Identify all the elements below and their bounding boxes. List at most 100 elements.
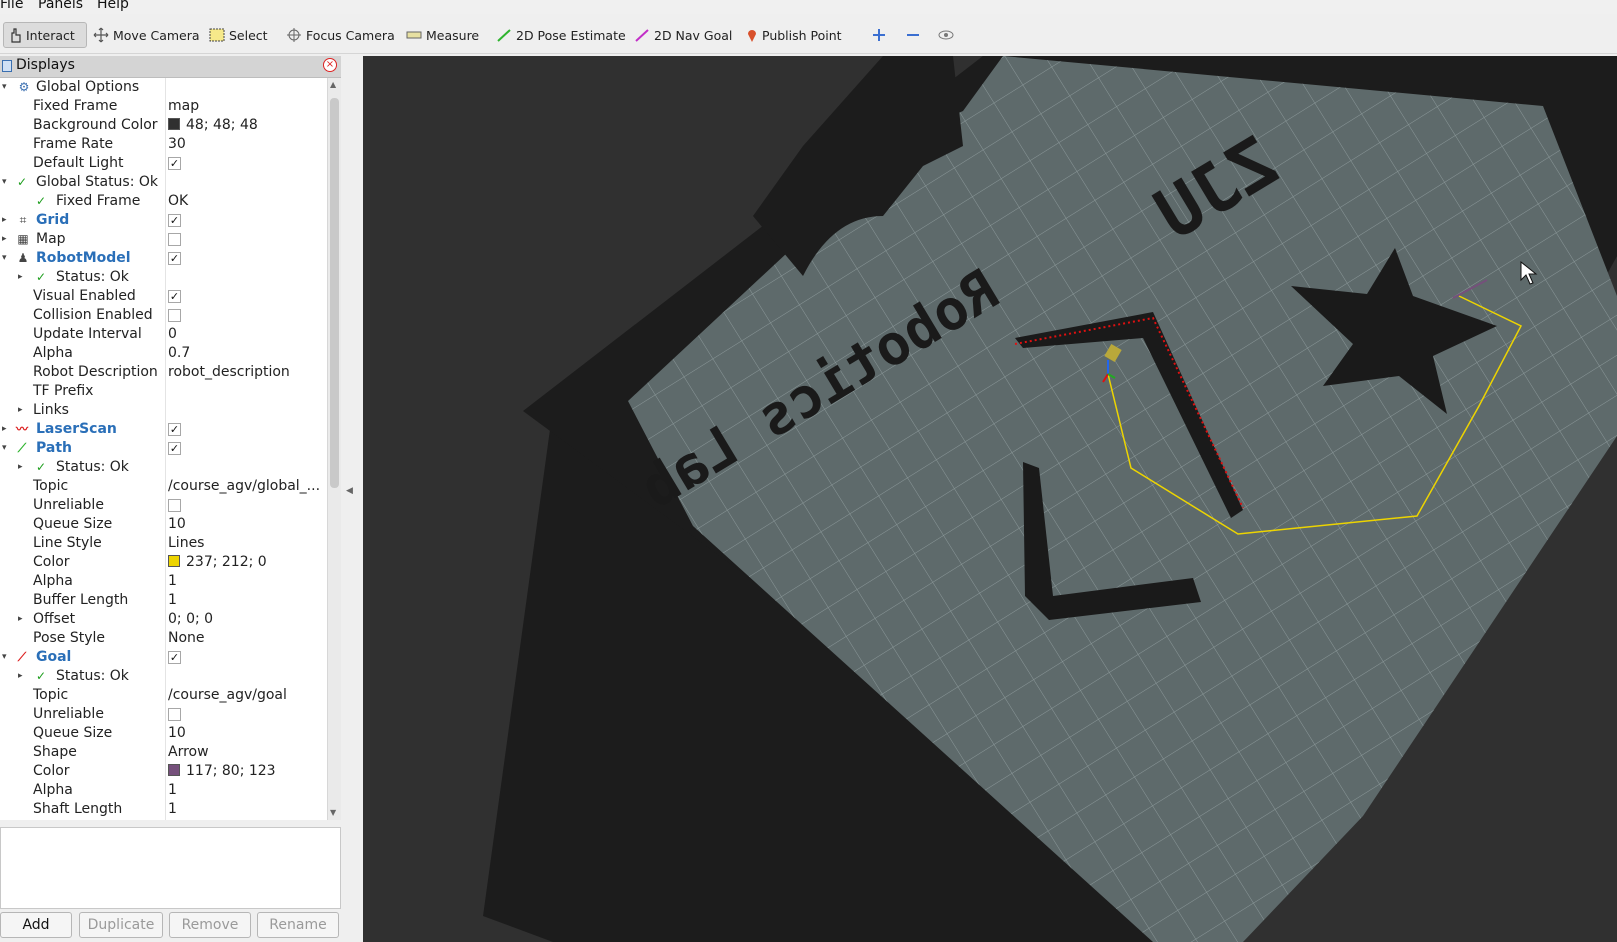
tree-row-path-unreliable[interactable]: Unreliable [0, 496, 327, 515]
row-value[interactable]: /course_agv/goal [168, 686, 287, 705]
displays-tree[interactable]: ▾ ⚙ Global Options Fixed Frame map Backg… [0, 78, 327, 820]
row-value[interactable]: Arrow [168, 743, 209, 762]
tree-row-path-color[interactable]: Color 237; 212; 0 [0, 553, 327, 572]
tree-row-visual-enabled[interactable]: Visual Enabled ✓ [0, 287, 327, 306]
row-value[interactable]: /course_agv/global_... [168, 477, 320, 496]
collapse-panel-icon[interactable]: ◀ [346, 486, 353, 496]
expand-arrow-icon[interactable]: ▸ [18, 667, 23, 686]
scene-canvas[interactable]: Robotics Lab ZJU [363, 56, 1617, 942]
scroll-up-icon[interactable]: ▲ [330, 80, 336, 89]
tree-row-global-options[interactable]: ▾ ⚙ Global Options [0, 78, 327, 97]
tree-row-goal-unreliable[interactable]: Unreliable [0, 705, 327, 724]
tree-row-background-color[interactable]: Background Color 48; 48; 48 [0, 116, 327, 135]
tree-row-path-alpha[interactable]: Alpha 1 [0, 572, 327, 591]
expand-arrow-icon[interactable]: ▾ [2, 439, 7, 458]
row-value[interactable]: 0.7 [168, 344, 190, 363]
tree-row-path-queue-size[interactable]: Queue Size 10 [0, 515, 327, 534]
move-camera-button[interactable]: Move Camera [89, 22, 204, 48]
laser-scan-checkbox[interactable]: ✓ [168, 423, 181, 436]
tree-row-default-light[interactable]: Default Light ✓ [0, 154, 327, 173]
expand-arrow-icon[interactable]: ▸ [18, 268, 23, 287]
expand-arrow-icon[interactable]: ▸ [18, 458, 23, 477]
row-value[interactable]: 117; 80; 123 [168, 762, 276, 781]
expand-arrow-icon[interactable]: ▾ [2, 648, 7, 667]
expand-arrow-icon[interactable]: ▾ [2, 249, 7, 268]
goal-unreliable-checkbox[interactable] [168, 708, 181, 721]
tree-row-laser-scan[interactable]: ▸ 〰 LaserScan ✓ [0, 420, 327, 439]
goal-checkbox[interactable]: ✓ [168, 651, 181, 664]
tree-row-robot-alpha[interactable]: Alpha 0.7 [0, 344, 327, 363]
tree-row-line-style[interactable]: Line Style Lines [0, 534, 327, 553]
render-viewport[interactable]: Robotics Lab ZJU [363, 56, 1617, 942]
duplicate-button[interactable]: Duplicate [79, 912, 163, 938]
default-light-checkbox[interactable]: ✓ [168, 157, 181, 170]
tree-row-path[interactable]: ▾ ⟋ Path ✓ [0, 439, 327, 458]
add-tool-button[interactable] [868, 22, 894, 48]
expand-arrow-icon[interactable]: ▾ [2, 78, 7, 97]
tree-row-goal-alpha[interactable]: Alpha 1 [0, 781, 327, 800]
remove-tool-button[interactable] [902, 22, 928, 48]
row-value[interactable]: 0 [168, 325, 177, 344]
tree-row-status-fixed-frame[interactable]: ✓ Fixed Frame OK [0, 192, 327, 211]
interact-button[interactable]: Interact [3, 22, 87, 48]
tree-row-global-status[interactable]: ▾ ✓ Global Status: Ok [0, 173, 327, 192]
tool-properties-button[interactable] [934, 22, 962, 48]
tree-row-goal-status[interactable]: ▸ ✓ Status: Ok [0, 667, 327, 686]
row-value[interactable]: 30 [168, 135, 186, 154]
tree-row-goal-color[interactable]: Color 117; 80; 123 [0, 762, 327, 781]
tree-scrollbar[interactable]: ▲ ▼ [327, 78, 341, 820]
tree-row-robot-status[interactable]: ▸ ✓ Status: Ok [0, 268, 327, 287]
collision-enabled-checkbox[interactable] [168, 309, 181, 322]
grid-checkbox[interactable]: ✓ [168, 214, 181, 227]
tree-row-robot-description[interactable]: Robot Description robot_description [0, 363, 327, 382]
menu-file[interactable]: File [0, 0, 23, 12]
row-value[interactable]: robot_description [168, 363, 290, 382]
map-checkbox[interactable] [168, 233, 181, 246]
measure-button[interactable]: Measure [402, 22, 483, 48]
nav-goal-button[interactable]: 2D Nav Goal [630, 22, 736, 48]
tree-row-robot-model[interactable]: ▾ ♟ RobotModel ✓ [0, 249, 327, 268]
tree-row-frame-rate[interactable]: Frame Rate 30 [0, 135, 327, 154]
close-icon[interactable]: × [323, 58, 337, 72]
tree-row-shaft-length[interactable]: Shaft Length 1 [0, 800, 327, 819]
tree-row-tf-prefix[interactable]: TF Prefix [0, 382, 327, 401]
scrollbar-thumb[interactable] [330, 98, 339, 488]
menu-help[interactable]: Help [97, 0, 129, 12]
tree-row-collision-enabled[interactable]: Collision Enabled [0, 306, 327, 325]
row-value[interactable]: 48; 48; 48 [168, 116, 258, 135]
tree-row-pose-style[interactable]: Pose Style None [0, 629, 327, 648]
row-value[interactable]: None [168, 629, 205, 648]
expand-arrow-icon[interactable]: ▾ [2, 173, 7, 192]
tree-row-goal-topic[interactable]: Topic /course_agv/goal [0, 686, 327, 705]
visual-enabled-checkbox[interactable]: ✓ [168, 290, 181, 303]
tree-row-goal[interactable]: ▾ ⟋ Goal ✓ [0, 648, 327, 667]
select-button[interactable]: Select [205, 22, 272, 48]
row-value[interactable]: 10 [168, 515, 186, 534]
publish-point-button[interactable]: Publish Point [742, 22, 846, 48]
row-value[interactable]: 1 [168, 800, 177, 819]
robot-model-checkbox[interactable]: ✓ [168, 252, 181, 265]
expand-arrow-icon[interactable]: ▸ [2, 230, 7, 249]
tree-row-fixed-frame[interactable]: Fixed Frame map [0, 97, 327, 116]
row-value[interactable]: 0; 0; 0 [168, 610, 213, 629]
pose-estimate-button[interactable]: 2D Pose Estimate [492, 22, 630, 48]
row-value[interactable]: 10 [168, 724, 186, 743]
tree-row-shape[interactable]: Shape Arrow [0, 743, 327, 762]
path-unreliable-checkbox[interactable] [168, 499, 181, 512]
remove-button[interactable]: Remove [169, 912, 251, 938]
tree-row-offset[interactable]: ▸ Offset 0; 0; 0 [0, 610, 327, 629]
row-value[interactable]: map [168, 97, 199, 116]
menu-panels[interactable]: Panels [38, 0, 83, 12]
expand-arrow-icon[interactable]: ▸ [2, 211, 7, 230]
tree-row-links[interactable]: ▸ Links [0, 401, 327, 420]
row-value[interactable]: 1 [168, 591, 177, 610]
tree-row-update-interval[interactable]: Update Interval 0 [0, 325, 327, 344]
scroll-down-icon[interactable]: ▼ [330, 808, 336, 817]
row-value[interactable]: 1 [168, 781, 177, 800]
tree-row-goal-queue-size[interactable]: Queue Size 10 [0, 724, 327, 743]
tree-row-buffer-length[interactable]: Buffer Length 1 [0, 591, 327, 610]
row-value[interactable]: 1 [168, 572, 177, 591]
expand-arrow-icon[interactable]: ▸ [2, 420, 7, 439]
add-button[interactable]: Add [0, 912, 72, 938]
rename-button[interactable]: Rename [257, 912, 339, 938]
